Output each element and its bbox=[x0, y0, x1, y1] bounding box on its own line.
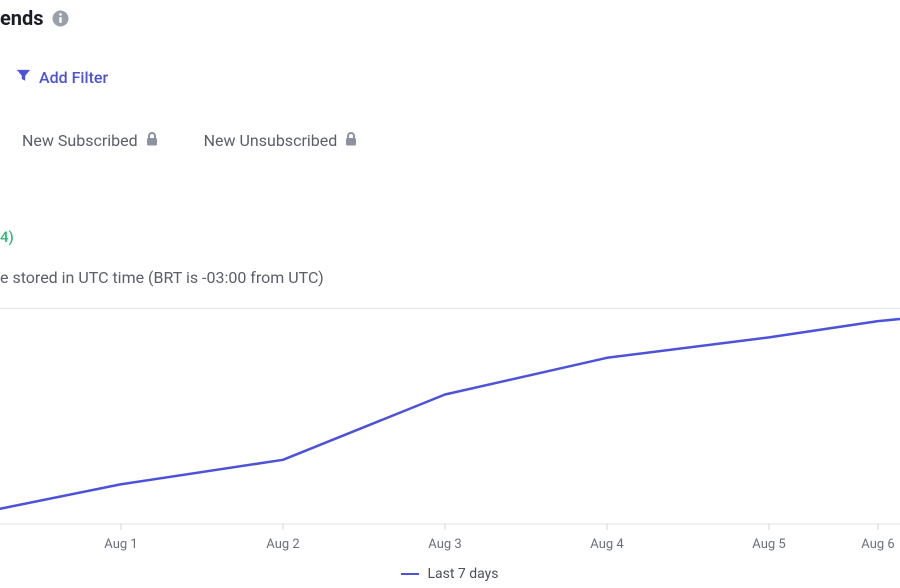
legend-swatch bbox=[401, 573, 419, 575]
lock-icon bbox=[146, 131, 158, 150]
page-title-text: ends bbox=[0, 6, 44, 30]
lock-icon bbox=[345, 131, 357, 150]
x-axis-label: Aug 6 bbox=[861, 537, 894, 552]
x-axis-label: Aug 3 bbox=[428, 537, 461, 552]
chart-legend: Last 7 days bbox=[0, 566, 900, 582]
legend-label: Last 7 days bbox=[427, 566, 498, 582]
chart-area: Aug 1Aug 2Aug 3Aug 4Aug 5Aug 6 bbox=[0, 308, 900, 540]
x-axis-label: Aug 1 bbox=[104, 537, 137, 552]
timezone-note: e stored in UTC time (BRT is -03:00 from… bbox=[0, 268, 900, 287]
tab-label: New Subscribed bbox=[22, 131, 138, 150]
x-axis-label: Aug 5 bbox=[752, 537, 785, 552]
tab-new-subscribed[interactable]: New Subscribed bbox=[22, 131, 158, 150]
chart-series-line bbox=[0, 319, 900, 509]
x-axis-labels: Aug 1 Aug 2 Aug 3 Aug 4 Aug 5 Aug 6 bbox=[0, 537, 900, 555]
info-icon[interactable] bbox=[52, 9, 70, 27]
delta-value: 4) bbox=[0, 228, 900, 246]
tab-label: New Unsubscribed bbox=[204, 131, 338, 150]
add-filter-button[interactable]: Add Filter bbox=[16, 68, 108, 87]
page-title: ends bbox=[0, 0, 900, 30]
page-root: ends Add Filter New Subscribed bbox=[0, 0, 900, 588]
tab-new-unsubscribed[interactable]: New Unsubscribed bbox=[204, 131, 358, 150]
x-axis-label: Aug 4 bbox=[590, 537, 623, 552]
line-chart bbox=[0, 309, 900, 541]
add-filter-label: Add Filter bbox=[39, 68, 108, 87]
metric-tabs: New Subscribed New Unsubscribed bbox=[0, 131, 900, 150]
x-axis-label: Aug 2 bbox=[266, 537, 299, 552]
filter-icon bbox=[16, 68, 31, 87]
filter-bar: Add Filter bbox=[0, 68, 900, 87]
